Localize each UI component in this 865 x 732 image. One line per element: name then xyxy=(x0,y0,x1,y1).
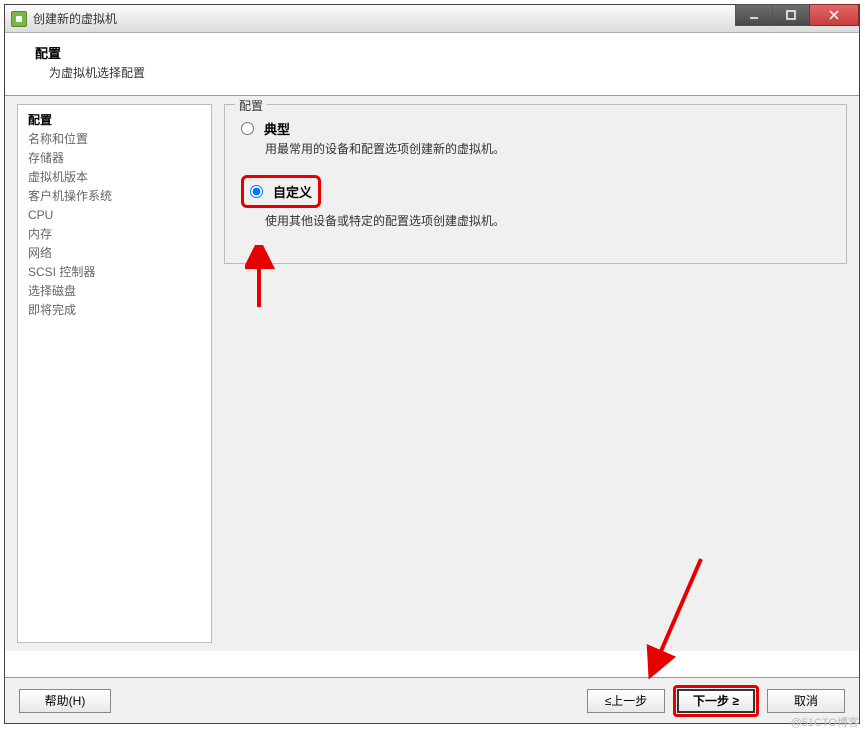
step-scsi: SCSI 控制器 xyxy=(28,263,201,282)
wizard-window: 创建新的虚拟机 配置 为虚拟机选择配置 配置 名称和位置 存储器 虚拟机版本 客… xyxy=(4,4,860,724)
minimize-button[interactable] xyxy=(735,4,773,26)
window-title: 创建新的虚拟机 xyxy=(33,10,117,27)
next-button[interactable]: 下一步 ≥ xyxy=(677,689,755,713)
step-network: 网络 xyxy=(28,244,201,263)
app-icon xyxy=(11,11,27,27)
footer-right-buttons: ≤上一步 下一步 ≥ 取消 xyxy=(587,685,845,717)
step-name-location: 名称和位置 xyxy=(28,130,201,149)
step-memory: 内存 xyxy=(28,225,201,244)
header-panel: 配置 为虚拟机选择配置 xyxy=(5,33,859,96)
maximize-button[interactable] xyxy=(772,4,810,26)
content-area: 配置 名称和位置 存储器 虚拟机版本 客户机操作系统 CPU 内存 网络 SCS… xyxy=(5,96,859,651)
radio-custom[interactable] xyxy=(250,185,263,198)
radio-typical-description: 用最常用的设备和配置选项创建新的虚拟机。 xyxy=(265,140,830,157)
main-panel: 配置 典型 用最常用的设备和配置选项创建新的虚拟机。 自定义 使用其他设备或特定… xyxy=(220,96,859,651)
step-select-disk: 选择磁盘 xyxy=(28,282,201,301)
highlight-custom-option: 自定义 xyxy=(241,175,321,208)
highlight-next-button: 下一步 ≥ xyxy=(673,685,759,717)
radio-custom-label: 自定义 xyxy=(273,182,312,201)
step-guest-os: 客户机操作系统 xyxy=(28,187,201,206)
step-vm-version: 虚拟机版本 xyxy=(28,168,201,187)
footer: 帮助(H) ≤上一步 下一步 ≥ 取消 xyxy=(5,677,859,723)
window-controls xyxy=(736,4,859,26)
step-configuration[interactable]: 配置 xyxy=(28,111,201,130)
page-subtitle: 为虚拟机选择配置 xyxy=(35,64,841,81)
help-button[interactable]: 帮助(H) xyxy=(19,689,111,713)
cancel-button[interactable]: 取消 xyxy=(767,689,845,713)
configuration-fieldset: 配置 典型 用最常用的设备和配置选项创建新的虚拟机。 自定义 使用其他设备或特定… xyxy=(224,104,847,264)
step-ready: 即将完成 xyxy=(28,301,201,320)
fieldset-legend: 配置 xyxy=(235,97,267,114)
step-storage: 存储器 xyxy=(28,149,201,168)
radio-typical[interactable] xyxy=(241,122,254,135)
page-title: 配置 xyxy=(35,43,841,62)
back-button[interactable]: ≤上一步 xyxy=(587,689,665,713)
step-cpu: CPU xyxy=(28,206,201,225)
radio-typical-row[interactable]: 典型 xyxy=(241,119,830,138)
radio-custom-description: 使用其他设备或特定的配置选项创建虚拟机。 xyxy=(265,212,830,229)
close-button[interactable] xyxy=(809,4,859,26)
wizard-steps-sidebar: 配置 名称和位置 存储器 虚拟机版本 客户机操作系统 CPU 内存 网络 SCS… xyxy=(17,104,212,643)
radio-typical-label: 典型 xyxy=(264,119,290,138)
radio-custom-row[interactable]: 自定义 xyxy=(250,182,312,201)
titlebar[interactable]: 创建新的虚拟机 xyxy=(5,5,859,33)
